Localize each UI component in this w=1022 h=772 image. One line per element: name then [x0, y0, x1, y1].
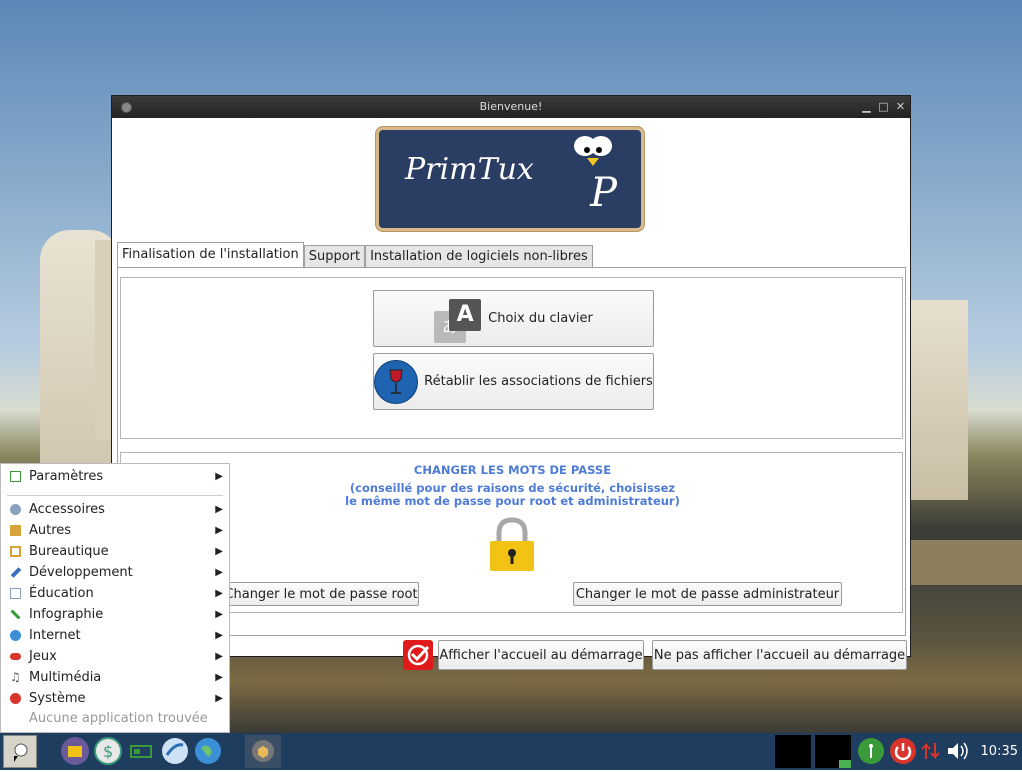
other-icon	[10, 525, 21, 536]
change-root-password-button[interactable]: Changer le mot de passe root	[223, 582, 419, 606]
tab-non-free-software[interactable]: Installation de logiciels non-libres	[365, 245, 593, 268]
close-icon[interactable]: ✕	[895, 96, 906, 118]
dollar-app-icon[interactable]: $	[94, 737, 122, 765]
submenu-arrow-icon: ▶	[215, 567, 223, 578]
menu-item-parametres[interactable]: Paramètres ▶	[1, 466, 229, 487]
globe-icon	[10, 630, 21, 641]
submenu-arrow-icon: ▶	[215, 651, 223, 662]
menu-item-autres[interactable]: Autres ▶	[1, 520, 229, 541]
submenu-arrow-icon: ▶	[215, 504, 223, 515]
network-activity-icon[interactable]	[920, 737, 948, 765]
terminal-icon[interactable]	[128, 737, 156, 765]
menu-item-internet[interactable]: Internet ▶	[1, 625, 229, 646]
menu-item-systeme[interactable]: Système ▶	[1, 688, 229, 709]
music-icon: ♫	[10, 670, 21, 684]
tab-panel: あ A Choix du clavier Rétablir les associ…	[117, 267, 906, 636]
wrench-icon	[10, 567, 22, 578]
graphics-icon	[10, 609, 21, 620]
gamepad-icon	[10, 653, 21, 660]
welcome-window: Bienvenue! ▁ □ ✕ PrimTux P Finalisation …	[111, 95, 911, 670]
memory-graph[interactable]	[815, 735, 851, 768]
education-icon	[10, 588, 21, 599]
window-content: PrimTux P Finalisation de l'installation…	[112, 118, 910, 670]
system-icon	[10, 693, 21, 704]
submenu-arrow-icon: ▶	[215, 471, 223, 482]
tab-finalisation[interactable]: Finalisation de l'installation	[117, 242, 304, 269]
password-group: CHANGER LES MOTS DE PASSE (conseillé pou…	[120, 452, 903, 613]
wallpaper-wall	[908, 540, 1022, 585]
checkmark-icon	[403, 640, 433, 670]
minimize-icon[interactable]: ▁	[861, 96, 872, 118]
maximize-icon[interactable]: □	[878, 96, 889, 118]
start-menu-button[interactable]	[3, 735, 37, 768]
submenu-arrow-icon: ▶	[215, 693, 223, 704]
svg-text:$: $	[103, 742, 113, 761]
volume-icon[interactable]	[945, 737, 973, 765]
menu-item-developpement[interactable]: Développement ▶	[1, 562, 229, 583]
tab-bar: Finalisation de l'installation Support I…	[117, 242, 593, 269]
wallpaper-castle-right	[908, 300, 968, 500]
tux-bird-icon	[574, 136, 612, 166]
keyboard-choice-label: Choix du clavier	[488, 311, 593, 326]
menu-item-multimedia[interactable]: ♫ Multimédia ▶	[1, 667, 229, 688]
menu-empty-label: Aucune application trouvée	[29, 711, 208, 726]
logo-letter: P	[590, 170, 617, 216]
password-section-subtitle: (conseillé pour des raisons de sécurité,…	[121, 482, 904, 508]
submenu-arrow-icon: ▶	[215, 672, 223, 683]
keyboard-icon: あ A	[434, 295, 486, 343]
menu-item-accessoires[interactable]: Accessoires ▶	[1, 499, 229, 520]
submenu-arrow-icon: ▶	[215, 525, 223, 536]
show-welcome-button[interactable]: Afficher l'accueil au démarrage	[438, 640, 644, 670]
primtux-logo: PrimTux P	[376, 127, 644, 231]
web-browser-icon[interactable]	[194, 737, 222, 765]
menu-item-bureautique[interactable]: Bureautique ▶	[1, 541, 229, 562]
file-manager-icon[interactable]	[61, 737, 89, 765]
submenu-arrow-icon: ▶	[215, 630, 223, 641]
menu-item-infographie[interactable]: Infographie ▶	[1, 604, 229, 625]
wine-icon	[374, 359, 419, 404]
taskbar-clock[interactable]: 10:35	[981, 733, 1018, 770]
setup-group: あ A Choix du clavier Rétablir les associ…	[120, 277, 903, 439]
window-title: Bienvenue!	[479, 100, 543, 113]
window-menu-icon[interactable]	[121, 102, 132, 113]
menu-separator	[7, 495, 223, 496]
password-subtitle-line2: le même mot de passe pour root et admini…	[345, 494, 680, 508]
office-icon	[10, 546, 21, 557]
menu-item-education[interactable]: Éducation ▶	[1, 583, 229, 604]
tab-support[interactable]: Support	[303, 245, 366, 268]
network-icon[interactable]	[857, 737, 885, 765]
task-welcome-window[interactable]	[245, 735, 281, 768]
window-titlebar[interactable]: Bienvenue! ▁ □ ✕	[112, 96, 910, 118]
change-admin-password-button[interactable]: Changer le mot de passe administrateur	[573, 582, 842, 606]
power-icon[interactable]	[889, 737, 917, 765]
application-menu: Paramètres ▶ Accessoires ▶ Autres ▶ Bure…	[0, 463, 230, 733]
menu-item-jeux[interactable]: Jeux ▶	[1, 646, 229, 667]
padlock-icon	[490, 517, 534, 571]
submenu-arrow-icon: ▶	[215, 609, 223, 620]
comet-app-icon[interactable]	[161, 737, 189, 765]
submenu-arrow-icon: ▶	[215, 588, 223, 599]
settings-icon	[10, 471, 21, 482]
submenu-arrow-icon: ▶	[215, 546, 223, 557]
taskbar: $ 10:35	[0, 733, 1022, 770]
restore-associations-label: Rétablir les associations de fichiers	[424, 374, 653, 389]
password-section-title: CHANGER LES MOTS DE PASSE	[413, 463, 612, 477]
logo-text: PrimTux	[405, 152, 534, 187]
accessories-icon	[10, 504, 21, 515]
keyboard-choice-button[interactable]: あ A Choix du clavier	[373, 290, 654, 347]
cpu-graph[interactable]	[775, 735, 811, 768]
hide-welcome-button[interactable]: Ne pas afficher l'accueil au démarrage	[652, 640, 907, 670]
restore-associations-button[interactable]: Rétablir les associations de fichiers	[373, 353, 654, 410]
